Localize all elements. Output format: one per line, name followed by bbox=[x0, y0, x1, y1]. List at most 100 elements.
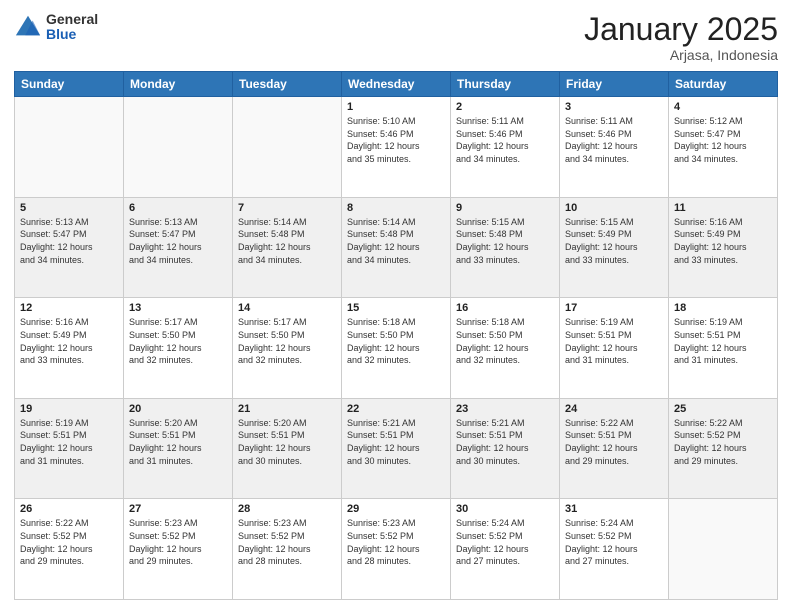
day-number: 9 bbox=[456, 202, 554, 214]
calendar-week-1: 1 Sunrise: 5:10 AMSunset: 5:46 PMDaylight… bbox=[15, 97, 778, 198]
day-number: 6 bbox=[129, 202, 227, 214]
col-friday: Friday bbox=[560, 72, 669, 97]
day-number: 28 bbox=[238, 503, 336, 515]
day-number: 17 bbox=[565, 302, 663, 314]
day-number: 1 bbox=[347, 101, 445, 113]
col-monday: Monday bbox=[124, 72, 233, 97]
table-row: 28 Sunrise: 5:23 AMSunset: 5:52 PMDayligh… bbox=[233, 499, 342, 600]
day-info: Sunrise: 5:24 AMSunset: 5:52 PMDaylight:… bbox=[456, 517, 554, 567]
table-row: 8 Sunrise: 5:14 AMSunset: 5:48 PMDaylight… bbox=[342, 197, 451, 298]
page: General Blue January 2025 Arjasa, Indone… bbox=[0, 0, 792, 612]
table-row: 10Sunrise: 5:15 AMSunset: 5:49 PMDayligh… bbox=[560, 197, 669, 298]
day-info: Sunrise: 5:16 AMSunset: 5:49 PMDaylight:… bbox=[674, 216, 772, 266]
table-row: 7Sunrise: 5:14 AMSunset: 5:48 PMDaylight… bbox=[233, 197, 342, 298]
calendar-week-5: 26 Sunrise: 5:22 AMSunset: 5:52 PMDayligh… bbox=[15, 499, 778, 600]
table-row: 12 Sunrise: 5:16 AMSunset: 5:49 PMDayligh… bbox=[15, 298, 124, 399]
day-info: Sunrise: 5:20 AMSunset: 5:51 PMDaylight:… bbox=[129, 417, 227, 467]
day-info: Sunrise: 5:10 AMSunset: 5:46 PMDaylight:… bbox=[347, 115, 445, 165]
header: General Blue January 2025 Arjasa, Indone… bbox=[14, 12, 778, 63]
day-number: 12 bbox=[20, 302, 118, 314]
day-info: Sunrise: 5:15 AMSunset: 5:49 PMDaylight:… bbox=[565, 216, 663, 266]
table-row: 22 Sunrise: 5:21 AMSunset: 5:51 PMDayligh… bbox=[342, 398, 451, 499]
table-row bbox=[233, 97, 342, 198]
day-info: Sunrise: 5:11 AMSunset: 5:46 PMDaylight:… bbox=[565, 115, 663, 165]
day-number: 24 bbox=[565, 403, 663, 415]
day-info: Sunrise: 5:22 AMSunset: 5:52 PMDaylight:… bbox=[20, 517, 118, 567]
day-number: 27 bbox=[129, 503, 227, 515]
logo-text: General Blue bbox=[46, 12, 98, 43]
day-number: 22 bbox=[347, 403, 445, 415]
table-row: 17Sunrise: 5:19 AMSunset: 5:51 PMDayligh… bbox=[560, 298, 669, 399]
title-block: January 2025 Arjasa, Indonesia bbox=[584, 12, 778, 63]
day-info: Sunrise: 5:17 AMSunset: 5:50 PMDaylight:… bbox=[238, 316, 336, 366]
table-row: 2 Sunrise: 5:11 AMSunset: 5:46 PMDaylight… bbox=[451, 97, 560, 198]
table-row: 27 Sunrise: 5:23 AMSunset: 5:52 PMDayligh… bbox=[124, 499, 233, 600]
col-sunday: Sunday bbox=[15, 72, 124, 97]
day-info: Sunrise: 5:17 AMSunset: 5:50 PMDaylight:… bbox=[129, 316, 227, 366]
day-info: Sunrise: 5:14 AMSunset: 5:48 PMDaylight:… bbox=[347, 216, 445, 266]
table-row: 31Sunrise: 5:24 AMSunset: 5:52 PMDayligh… bbox=[560, 499, 669, 600]
logo: General Blue bbox=[14, 12, 98, 43]
day-number: 3 bbox=[565, 101, 663, 113]
day-number: 21 bbox=[238, 403, 336, 415]
calendar-week-3: 12 Sunrise: 5:16 AMSunset: 5:49 PMDayligh… bbox=[15, 298, 778, 399]
day-number: 23 bbox=[456, 403, 554, 415]
day-number: 26 bbox=[20, 503, 118, 515]
table-row: 5Sunrise: 5:13 AMSunset: 5:47 PMDaylight… bbox=[15, 197, 124, 298]
day-number: 30 bbox=[456, 503, 554, 515]
table-row: 18Sunrise: 5:19 AMSunset: 5:51 PMDayligh… bbox=[669, 298, 778, 399]
day-info: Sunrise: 5:23 AMSunset: 5:52 PMDaylight:… bbox=[129, 517, 227, 567]
col-saturday: Saturday bbox=[669, 72, 778, 97]
day-info: Sunrise: 5:22 AMSunset: 5:52 PMDaylight:… bbox=[674, 417, 772, 467]
col-thursday: Thursday bbox=[451, 72, 560, 97]
table-row: 19 Sunrise: 5:19 AMSunset: 5:51 PMDayligh… bbox=[15, 398, 124, 499]
calendar-table: Sunday Monday Tuesday Wednesday Thursday… bbox=[14, 71, 778, 600]
main-title: January 2025 bbox=[584, 12, 778, 47]
day-info: Sunrise: 5:23 AMSunset: 5:52 PMDaylight:… bbox=[347, 517, 445, 567]
table-row: 14 Sunrise: 5:17 AMSunset: 5:50 PMDayligh… bbox=[233, 298, 342, 399]
table-row: 3 Sunrise: 5:11 AMSunset: 5:46 PMDaylight… bbox=[560, 97, 669, 198]
day-number: 15 bbox=[347, 302, 445, 314]
day-info: Sunrise: 5:11 AMSunset: 5:46 PMDaylight:… bbox=[456, 115, 554, 165]
day-info: Sunrise: 5:20 AMSunset: 5:51 PMDaylight:… bbox=[238, 417, 336, 467]
day-number: 4 bbox=[674, 101, 772, 113]
day-number: 13 bbox=[129, 302, 227, 314]
day-info: Sunrise: 5:21 AMSunset: 5:51 PMDaylight:… bbox=[347, 417, 445, 467]
day-info: Sunrise: 5:19 AMSunset: 5:51 PMDaylight:… bbox=[20, 417, 118, 467]
col-tuesday: Tuesday bbox=[233, 72, 342, 97]
day-info: Sunrise: 5:22 AMSunset: 5:51 PMDaylight:… bbox=[565, 417, 663, 467]
table-row bbox=[15, 97, 124, 198]
calendar-week-2: 5Sunrise: 5:13 AMSunset: 5:47 PMDaylight… bbox=[15, 197, 778, 298]
day-number: 19 bbox=[20, 403, 118, 415]
table-row bbox=[124, 97, 233, 198]
table-row: 21 Sunrise: 5:20 AMSunset: 5:51 PMDayligh… bbox=[233, 398, 342, 499]
day-info: Sunrise: 5:13 AMSunset: 5:47 PMDaylight:… bbox=[20, 216, 118, 266]
table-row: 23Sunrise: 5:21 AMSunset: 5:51 PMDayligh… bbox=[451, 398, 560, 499]
calendar-header-row: Sunday Monday Tuesday Wednesday Thursday… bbox=[15, 72, 778, 97]
day-number: 2 bbox=[456, 101, 554, 113]
day-number: 16 bbox=[456, 302, 554, 314]
day-info: Sunrise: 5:18 AMSunset: 5:50 PMDaylight:… bbox=[456, 316, 554, 366]
day-info: Sunrise: 5:13 AMSunset: 5:47 PMDaylight:… bbox=[129, 216, 227, 266]
day-info: Sunrise: 5:16 AMSunset: 5:49 PMDaylight:… bbox=[20, 316, 118, 366]
day-number: 8 bbox=[347, 202, 445, 214]
table-row: 30 Sunrise: 5:24 AMSunset: 5:52 PMDayligh… bbox=[451, 499, 560, 600]
table-row: 16 Sunrise: 5:18 AMSunset: 5:50 PMDayligh… bbox=[451, 298, 560, 399]
day-info: Sunrise: 5:24 AMSunset: 5:52 PMDaylight:… bbox=[565, 517, 663, 567]
day-info: Sunrise: 5:23 AMSunset: 5:52 PMDaylight:… bbox=[238, 517, 336, 567]
table-row: 13 Sunrise: 5:17 AMSunset: 5:50 PMDayligh… bbox=[124, 298, 233, 399]
day-number: 14 bbox=[238, 302, 336, 314]
logo-blue-text: Blue bbox=[46, 27, 98, 42]
day-info: Sunrise: 5:19 AMSunset: 5:51 PMDaylight:… bbox=[674, 316, 772, 366]
day-number: 11 bbox=[674, 202, 772, 214]
day-info: Sunrise: 5:12 AMSunset: 5:47 PMDaylight:… bbox=[674, 115, 772, 165]
subtitle: Arjasa, Indonesia bbox=[584, 47, 778, 63]
day-number: 25 bbox=[674, 403, 772, 415]
table-row: 26 Sunrise: 5:22 AMSunset: 5:52 PMDayligh… bbox=[15, 499, 124, 600]
day-info: Sunrise: 5:15 AMSunset: 5:48 PMDaylight:… bbox=[456, 216, 554, 266]
logo-icon bbox=[14, 13, 42, 41]
table-row: 4 Sunrise: 5:12 AMSunset: 5:47 PMDaylight… bbox=[669, 97, 778, 198]
table-row: 1 Sunrise: 5:10 AMSunset: 5:46 PMDaylight… bbox=[342, 97, 451, 198]
calendar-week-4: 19 Sunrise: 5:19 AMSunset: 5:51 PMDayligh… bbox=[15, 398, 778, 499]
table-row: 15Sunrise: 5:18 AMSunset: 5:50 PMDayligh… bbox=[342, 298, 451, 399]
